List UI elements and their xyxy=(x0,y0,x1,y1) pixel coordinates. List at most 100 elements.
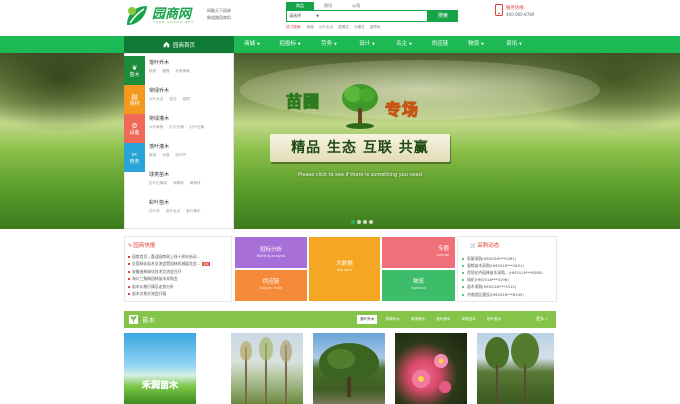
search-tab-1[interactable]: 资讯 xyxy=(314,2,342,10)
category-sub-link[interactable]: 红叶石楠 xyxy=(190,125,204,130)
quick-news-title[interactable]: ✎园商快报 xyxy=(128,241,155,249)
seedling-photo-4[interactable] xyxy=(395,333,467,404)
carousel-dot[interactable] xyxy=(351,220,355,224)
nav-item-label: 名企 xyxy=(396,41,408,47)
category-sub-link[interactable]: 香樟 xyxy=(183,97,190,102)
feature-tile-1[interactable]: 大数据 Big data xyxy=(309,237,380,301)
quick-news-item[interactable]: 海口三角梅园林苗木采购会 xyxy=(128,276,230,284)
category-item-title[interactable]: 常绿灌木 xyxy=(149,115,233,122)
nav-item-6[interactable]: 物流 ▼ xyxy=(458,36,494,53)
category-sub-link[interactable]: 圆槐 xyxy=(162,69,169,74)
category-item-subs: 大叶黄杨 红叶石楠 红叶石楠 xyxy=(149,125,233,130)
seedling-tab-3[interactable]: 落叶灌木 xyxy=(433,315,453,324)
carousel-dot[interactable] xyxy=(369,220,373,224)
category-tab-2[interactable]: ⚙ 设备 xyxy=(124,114,145,143)
search-button[interactable]: 搜索 xyxy=(428,10,458,22)
feature-tile-subtitle: Supply chain xyxy=(259,286,283,290)
category-sub-link[interactable]: 金叶女贞 xyxy=(166,209,180,214)
hot-search-word[interactable]: 蓝莓花 xyxy=(338,25,349,30)
purchase-item[interactable]: 豪屋采购(HM2018***0281) xyxy=(462,255,556,262)
category-sub-link[interactable]: 北美海棠 xyxy=(175,69,189,74)
category-sub-link[interactable]: 海桐球 xyxy=(173,181,184,186)
category-sub-link[interactable]: 大叶黄杨 xyxy=(149,125,163,130)
nav-home[interactable]: 园商首页 xyxy=(124,36,234,53)
search-tab-0[interactable]: 商品 xyxy=(286,2,314,10)
category-sub-link[interactable]: 碰叶柠 xyxy=(175,153,186,158)
category-item-title[interactable]: 落叶乔木 xyxy=(149,59,233,66)
purchase-item[interactable]: 绿花(HM2018***0196) xyxy=(462,277,556,284)
logo-leaf-icon[interactable] xyxy=(124,3,150,29)
nav-item-0[interactable]: 商城 ▼ xyxy=(234,36,270,53)
purchase-item[interactable]: 苗木采购(HM2018***3512) xyxy=(462,284,556,291)
purchase-item[interactable]: 西坝花卉园林苗木采购...(HM2018***8580) xyxy=(462,269,556,276)
quick-news-item[interactable]: 安徽造林绿化技术交流会召开 xyxy=(128,268,230,276)
quick-news-item[interactable]: 苗木交易交流会开幕 xyxy=(128,291,230,299)
feature-tile-4[interactable]: 物流 logistics xyxy=(382,270,455,301)
hot-search-word[interactable]: 小叶女贞 xyxy=(319,25,333,30)
category-item-title[interactable]: 常绿乔木 xyxy=(149,87,233,94)
category-item-title[interactable]: 落叶灌木 xyxy=(149,143,233,150)
purchase-title-text: 采购动态 xyxy=(477,243,500,249)
hot-search-word[interactable]: 大樱花 xyxy=(354,25,365,30)
banner-tagline: 精品 生态 互联 共赢 xyxy=(291,140,429,156)
feature-tile-2[interactable]: 专题 special xyxy=(382,237,455,268)
seedling-tab-4[interactable]: 球类苗木 xyxy=(459,315,479,324)
category-tab-1[interactable]: ▤ 资材 xyxy=(124,85,145,114)
banner-caption[interactable]: Please click to see if there is somethin… xyxy=(270,172,450,178)
category-sub-link[interactable]: 柳类 xyxy=(149,69,156,74)
seedling-tab-1[interactable]: 常绿乔木 xyxy=(382,315,402,324)
carousel-dot[interactable] xyxy=(363,220,367,224)
nav-item-3[interactable]: 设计 ▼ xyxy=(348,36,386,53)
category-tab-label: 设备 xyxy=(129,129,140,136)
category-sub-link[interactable]: 木槿 xyxy=(162,153,169,158)
seedling-photo-5[interactable] xyxy=(477,333,554,404)
search-category-select[interactable]: 请选择 ▼ xyxy=(289,12,329,20)
category-item-title[interactable]: 彩叶苗木 xyxy=(149,199,233,206)
nav-item-5[interactable]: 供应链 xyxy=(422,36,458,53)
category-sub-link[interactable]: 红叶李 xyxy=(149,209,160,214)
search-tab-2[interactable]: 公司 xyxy=(342,2,370,10)
purchase-item[interactable]: 济南园区建设(HM2018***6345) xyxy=(462,291,556,298)
category-sub-link[interactable]: 桂花 xyxy=(169,97,176,102)
seedling-more-link[interactable]: 更多 » xyxy=(536,316,548,322)
seedling-photo-2[interactable] xyxy=(231,333,303,404)
seedling-tab-0[interactable]: 落叶乔木 xyxy=(357,315,378,324)
purchase-item[interactable]: 瓷都苗木采购(HM2018***1851) xyxy=(462,262,556,269)
seedling-photo-3[interactable] xyxy=(313,333,385,404)
nav-item-7[interactable]: 资讯 ▼ xyxy=(494,36,534,53)
feature-tile-0[interactable]: 招标分析 Bidding analysis xyxy=(235,237,307,268)
category-sub-link[interactable]: 红叶石楠球 xyxy=(149,181,167,186)
seedling-tab-2[interactable]: 常绿灌木 xyxy=(408,315,428,324)
category-sub-link[interactable]: 紫荆 xyxy=(149,153,156,158)
category-sub-link[interactable]: 红叶石楠 xyxy=(169,125,183,130)
nav-item-2[interactable]: 劳务 ▼ xyxy=(310,36,348,53)
quick-news-item[interactable]: 苗木价格行情及走势分析 xyxy=(128,283,230,291)
category-tab-3[interactable]: ✂ 劳务 xyxy=(124,143,145,172)
chevron-down-icon: ▼ xyxy=(481,42,484,46)
feature-tile-3[interactable]: 供应链 Supply chain xyxy=(235,270,307,301)
category-sub-link[interactable]: 黄杨球 xyxy=(190,181,201,186)
chevron-right-icon: » xyxy=(544,316,548,321)
seedling-photo-1[interactable] xyxy=(124,333,196,404)
photo-trees-2 xyxy=(240,337,292,404)
category-sub-link[interactable]: 大叶女贞 xyxy=(149,97,163,102)
seedling-tab-5[interactable]: 彩叶苗木 xyxy=(484,315,504,324)
hot-search-word[interactable]: 紫薇 xyxy=(307,25,314,30)
purchase-item-text: 西坝花卉园林苗木采购...(HM2018***8580) xyxy=(467,269,543,275)
nav-item-1[interactable]: 招投标 ▼ xyxy=(270,36,310,53)
slogan-line2: 做道路园商机 xyxy=(207,15,231,20)
carousel-dot[interactable] xyxy=(357,220,361,224)
category-sub-link[interactable]: 紫叶黄栌 xyxy=(186,209,200,214)
nav-item-label: 物流 xyxy=(468,41,480,47)
purchase-item-text: 绿花(HM2018***0196) xyxy=(467,277,509,283)
purchase-title[interactable]: 🛒采购动态 xyxy=(470,241,499,249)
hot-search-word[interactable]: 香樟树 xyxy=(370,25,381,30)
chevron-down-icon: ▼ xyxy=(297,42,301,46)
nav-item-4[interactable]: 名企 ▼ xyxy=(386,36,422,53)
quick-news-item[interactable]: 全国绿化苗木交流会暨园林机械展览会... 最新 xyxy=(128,261,230,269)
quick-news-item[interactable]: 园商首页 | 喜迎园商网上线十周年启动... xyxy=(128,253,230,261)
category-item-title[interactable]: 球类苗木 xyxy=(149,171,233,178)
category-tab-0[interactable]: ❦ 苗木 xyxy=(124,56,145,85)
new-badge: 最新 xyxy=(202,262,211,267)
seedling-tabs: 落叶乔木 常绿乔木 常绿灌木 落叶灌木 球类苗木 彩叶苗木 xyxy=(357,315,509,324)
